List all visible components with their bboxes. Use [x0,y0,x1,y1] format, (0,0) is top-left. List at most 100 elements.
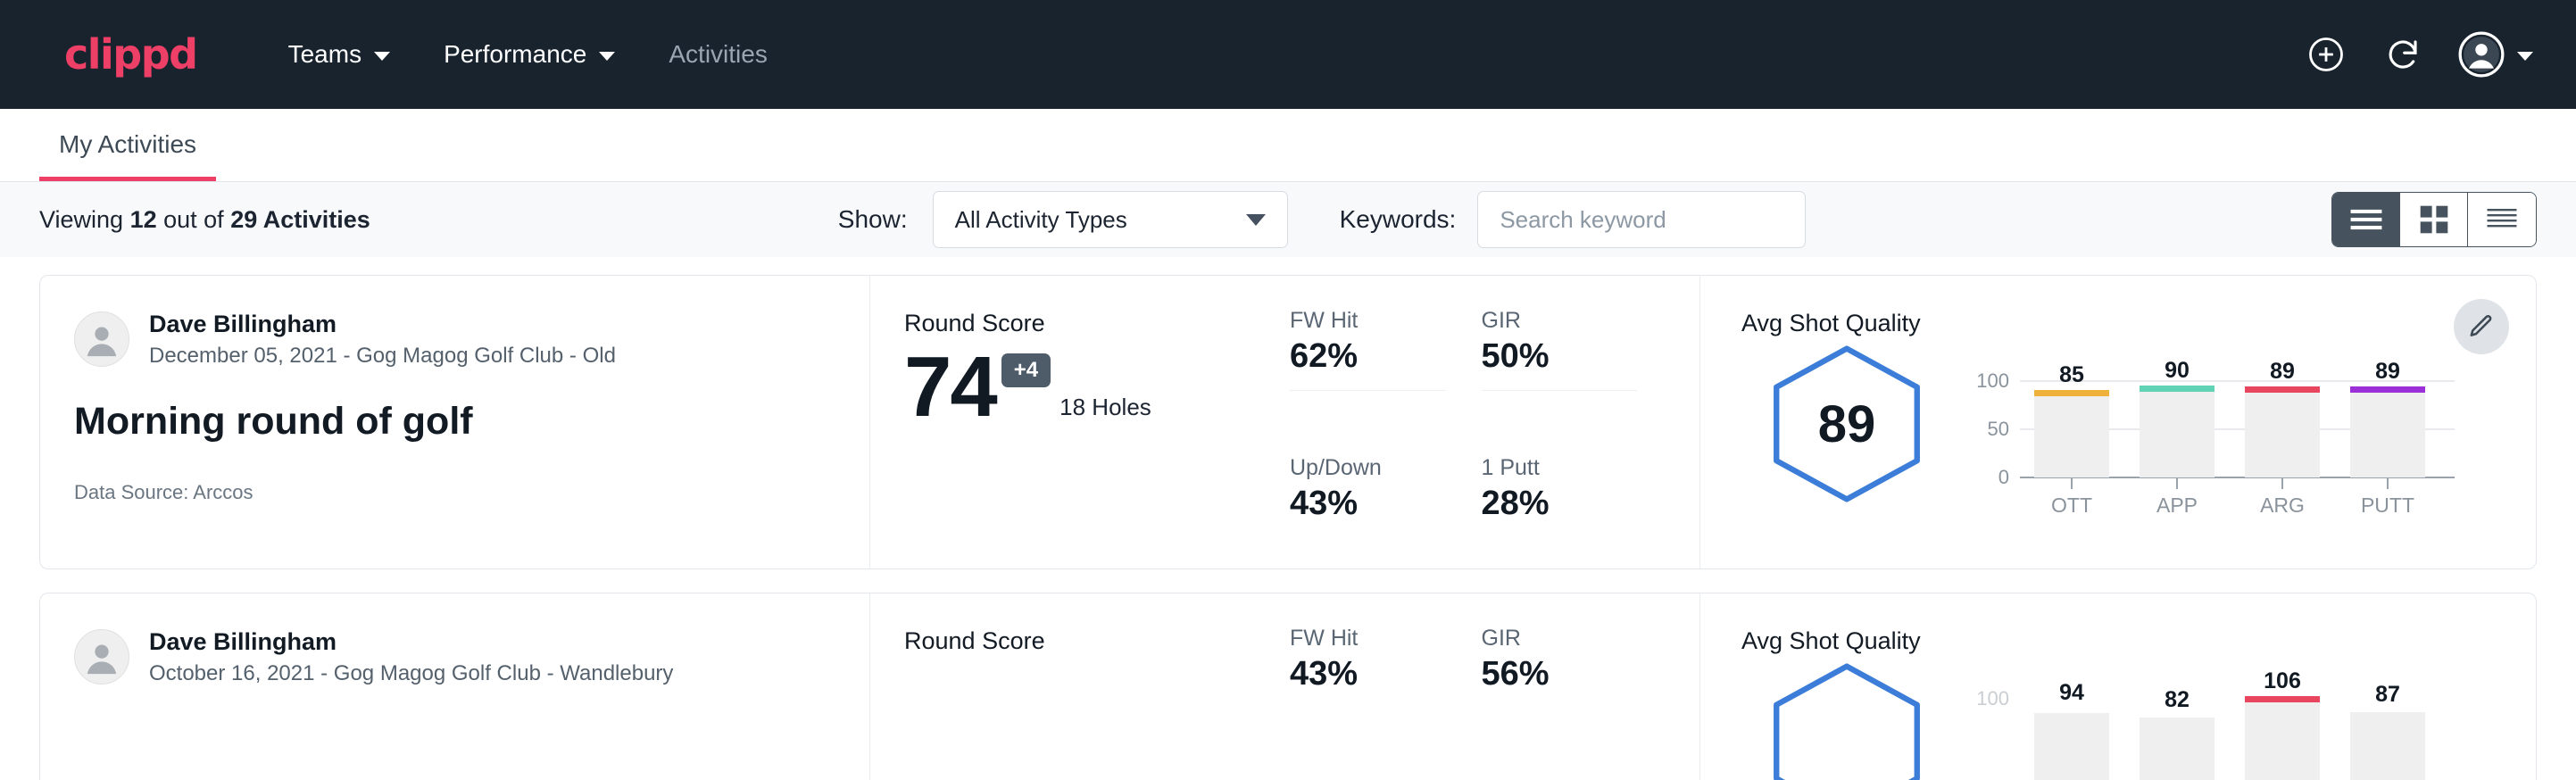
viewing-mid: out of [157,206,231,233]
avg-shot-quality-label: Avg Shot Quality [1741,627,2536,655]
activity-title: Morning round of golf [74,400,869,444]
activity-meta: December 05, 2021 - Gog Magog Golf Club … [149,342,616,369]
avg-shot-quality-hexagon: 89 [1757,339,1936,509]
header-actions [2305,31,2533,78]
stat-fw-hit: FW Hit 43% [1290,626,1482,780]
chevron-down-icon [1246,214,1266,226]
chevron-down-icon [374,52,390,61]
activity-list: Dave Billingham December 05, 2021 - Gog … [0,257,2576,780]
holes-played: 18 Holes [1059,394,1151,421]
y-tick-100: 100 [1976,369,2009,392]
tab-my-activities[interactable]: My Activities [39,130,216,181]
chevron-down-icon [599,52,615,61]
bar-label-putt: 87 [2375,682,2400,707]
nav-item-performance-label: Performance [444,40,586,69]
avatar [74,629,129,685]
x-tick-arg: ARG [2260,494,2305,517]
shot-quality-bar-chart: 100 94 82 106 87 [1968,657,2468,780]
viewing-count: 12 [130,206,157,233]
avg-shot-quality-section: Avg Shot Quality 100 94 82 [1700,593,2536,780]
stat-fw-hit-value: 43% [1290,655,1446,693]
activity-data-source: Data Source: Arccos [74,481,869,504]
x-tick-ott: OTT [2051,494,2092,517]
search-input-placeholder: Search keyword [1500,206,1666,234]
round-score-value-row: 74 +4 18 Holes [904,344,1290,430]
nav-item-activities[interactable]: Activities [642,0,794,109]
stat-gir-label: GIR [1482,626,1638,651]
stat-1-putt-label: 1 Putt [1482,455,1638,481]
score-to-par-badge: +4 [1001,353,1051,387]
y-tick-0: 0 [1998,466,2009,488]
stat-fw-hit: FW Hit 62% [1290,308,1482,455]
round-score-label: Round Score [904,627,1290,655]
activity-type-select[interactable]: All Activity Types [933,191,1288,248]
nav-item-performance[interactable]: Performance [417,0,642,109]
viewing-total: 29 Activities [230,206,370,233]
chevron-down-icon [2517,52,2533,61]
round-score-section: Round Score 74 +4 18 Holes [870,276,1290,568]
view-mode-compact-button[interactable] [2468,193,2536,246]
tab-my-activities-label: My Activities [59,130,196,158]
shot-quality-chart-svg: 100 94 82 106 87 [1968,666,2468,780]
bar-label-arg: 89 [2270,359,2295,384]
bar-label-app: 90 [2165,358,2190,383]
stat-fw-hit-label: FW Hit [1290,308,1446,334]
shot-quality-bar-chart: 100 50 0 85 90 [1968,339,2468,531]
stat-fw-hit-value: 62% [1290,337,1446,376]
activity-card[interactable]: Dave Billingham October 16, 2021 - Gog M… [39,593,2537,780]
bar-label-putt: 89 [2375,359,2400,384]
bar-label-ott: 94 [2059,680,2084,705]
divider [1290,390,1446,391]
viewing-summary: Viewing 12 out of 29 Activities [39,206,370,234]
search-input[interactable]: Search keyword [1477,191,1806,248]
activity-user-name: Dave Billingham [149,627,673,658]
refresh-icon[interactable] [2381,33,2424,76]
nav-item-teams[interactable]: Teams [262,0,417,109]
viewing-prefix: Viewing [39,206,130,233]
x-tick-app: APP [2156,494,2198,517]
filter-bar: Viewing 12 out of 29 Activities Show: Al… [0,182,2576,257]
activity-user: Dave Billingham October 16, 2021 - Gog M… [74,627,869,687]
stat-gir-label: GIR [1482,308,1638,334]
view-mode-grid-button[interactable] [2400,193,2468,246]
stat-up-down: Up/Down 43% [1290,455,1482,569]
stat-1-putt: 1 Putt 28% [1482,455,1674,569]
bar-label-app: 82 [2165,687,2190,712]
divider [1482,390,1638,391]
account-avatar-icon [2458,31,2505,78]
nav-item-activities-label: Activities [669,40,767,69]
bar-label-ott: 85 [2059,362,2084,387]
round-score-label: Round Score [904,310,1290,337]
view-mode-list-button[interactable] [2332,193,2400,246]
show-label: Show: [838,205,908,234]
tab-bar: My Activities [0,109,2576,182]
pencil-icon [2467,312,2496,341]
y-tick-50: 50 [1988,418,2009,440]
shot-quality-chart-svg: 100 50 0 85 90 [1968,348,2468,527]
activity-user-name: Dave Billingham [149,310,616,340]
activity-stats-grid: FW Hit 62% GIR 50% Up/Down 43% 1 Putt 28… [1290,276,1700,568]
app-logo[interactable]: clippd [64,30,197,79]
avg-shot-quality-label: Avg Shot Quality [1741,310,2536,337]
x-tick-putt: PUTT [2361,494,2414,517]
stat-gir: GIR 50% [1482,308,1674,455]
stat-gir: GIR 56% [1482,626,1674,780]
edit-activity-button[interactable] [2454,299,2509,354]
avg-shot-quality-value: 89 [1818,394,1876,454]
activity-card[interactable]: Dave Billingham December 05, 2021 - Gog … [39,275,2537,569]
stat-up-down-value: 43% [1290,485,1446,523]
view-mode-toggle [2331,192,2537,247]
y-tick-100: 100 [1976,687,2009,709]
activity-user: Dave Billingham December 05, 2021 - Gog … [74,310,869,369]
account-menu[interactable] [2458,31,2533,78]
nav-item-teams-label: Teams [288,40,361,69]
avg-shot-quality-body: 89 100 50 0 85 [1741,339,2536,531]
activity-summary: Dave Billingham October 16, 2021 - Gog M… [40,593,870,780]
round-score-section: Round Score [870,593,1290,780]
plus-circle-icon[interactable] [2305,33,2347,76]
activity-type-select-value: All Activity Types [955,206,1246,234]
avatar [74,311,129,367]
app-header: clippd Teams Performance Activities [0,0,2576,109]
avg-shot-quality-hexagon [1757,657,1936,780]
avg-shot-quality-body: 100 94 82 106 87 [1741,657,2536,780]
